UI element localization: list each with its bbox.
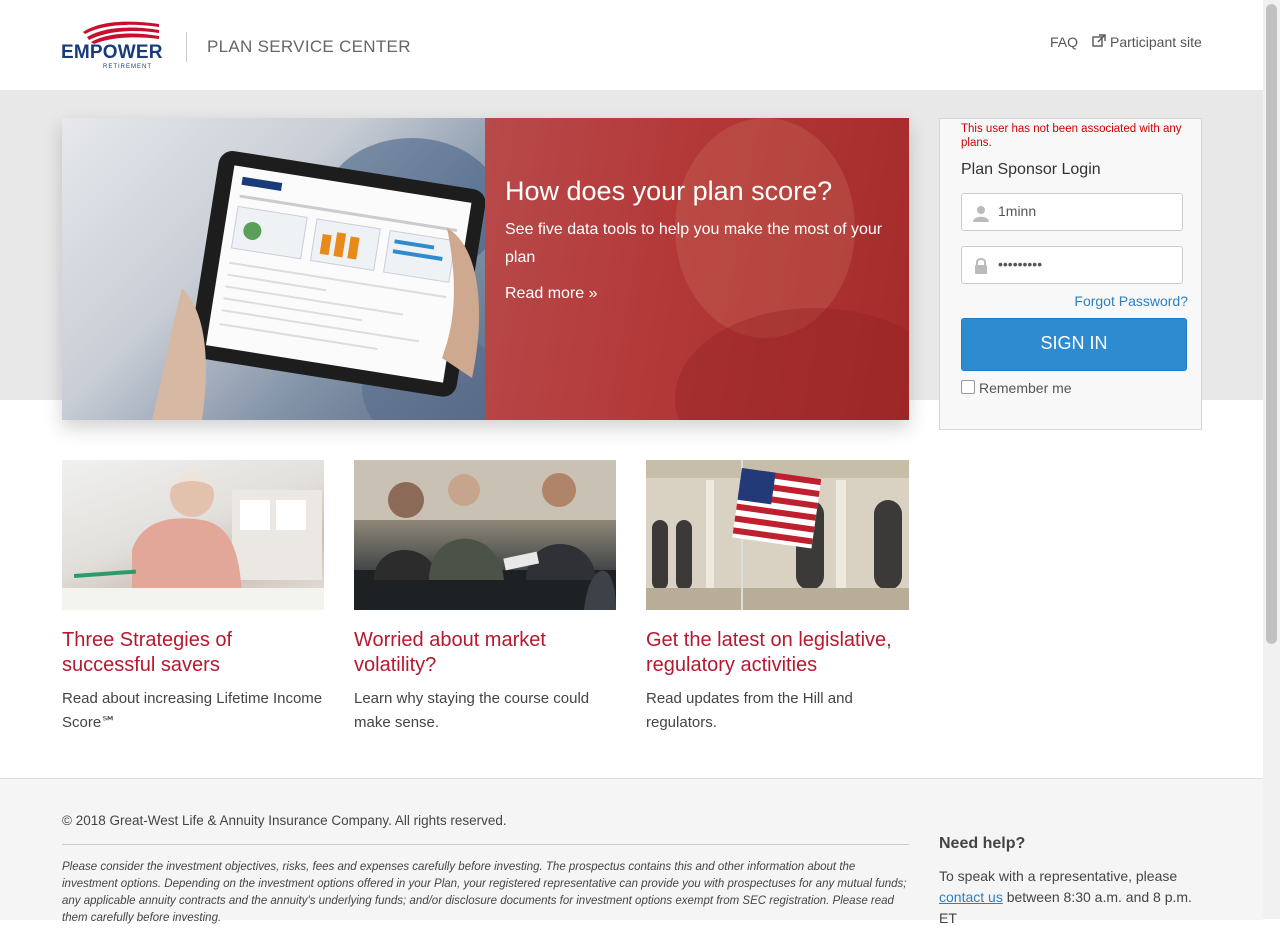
- card-description: Read updates from the Hill and regulator…: [646, 690, 853, 731]
- hero-tablet-image: [62, 118, 485, 420]
- login-error-message: This user has not been associated with a…: [961, 123, 1182, 149]
- sign-in-button[interactable]: SIGN IN: [961, 318, 1187, 371]
- page-scrollbar[interactable]: [1263, 0, 1280, 919]
- remember-me[interactable]: Remember me: [961, 380, 1072, 396]
- participant-site-link[interactable]: Participant site: [1110, 34, 1202, 50]
- flag-swoosh-icon: [83, 21, 159, 44]
- empower-logo[interactable]: EMPOWER RETIREMENT: [61, 18, 165, 74]
- card-description: Read about increasing Lifetime Income Sc…: [62, 690, 323, 731]
- hero-text: See five data tools to help you make the…: [505, 221, 883, 266]
- card-title[interactable]: Three Strategies of successful savers: [62, 628, 324, 678]
- forgot-password-link[interactable]: Forgot Password?: [1074, 293, 1188, 309]
- site-header: EMPOWER RETIREMENT PLAN SERVICE CENTER F…: [0, 0, 1263, 90]
- external-link-icon[interactable]: [1092, 34, 1106, 48]
- logo-subtitle: RETIREMENT: [103, 64, 152, 70]
- copyright-text: © 2018 Great-West Life & Annuity Insuran…: [62, 813, 507, 828]
- header-divider: [186, 32, 187, 62]
- site-title: PLAN SERVICE CENTER: [207, 37, 411, 56]
- card-image-meeting[interactable]: [354, 460, 616, 610]
- contact-us-link[interactable]: contact us: [939, 889, 1003, 905]
- login-panel: This user has not been associated with a…: [939, 118, 1202, 430]
- username-field[interactable]: [961, 193, 1183, 231]
- card-title[interactable]: Get the latest on legislative, regulator…: [646, 628, 909, 678]
- footer-divider: [62, 844, 909, 845]
- hero-banner[interactable]: How does your plan score? See five data …: [62, 118, 909, 420]
- hero-read-more-link[interactable]: Read more »: [505, 285, 598, 303]
- logo-wordmark: EMPOWER: [61, 42, 163, 63]
- username-input[interactable]: [998, 194, 1176, 228]
- faq-link[interactable]: FAQ: [1050, 34, 1078, 50]
- site-footer: © 2018 Great-West Life & Annuity Insuran…: [0, 778, 1263, 926]
- password-input[interactable]: [998, 247, 1176, 281]
- card-description: Learn why staying the course could make …: [354, 690, 590, 731]
- card-image-capitol-flag[interactable]: [646, 460, 909, 610]
- scrollbar-thumb[interactable]: [1266, 4, 1277, 644]
- remember-me-label: Remember me: [979, 380, 1072, 396]
- need-help-text: To speak with a representative, please c…: [939, 866, 1209, 929]
- help-text-before: To speak with a representative, please: [939, 868, 1178, 884]
- remember-me-checkbox[interactable]: [961, 380, 975, 394]
- card-title[interactable]: Worried about market volatility?: [354, 628, 616, 678]
- need-help-heading: Need help?: [939, 835, 1026, 852]
- login-title: Plan Sponsor Login: [961, 161, 1101, 178]
- hero-title: How does your plan score?: [505, 176, 833, 206]
- card-image-woman-writing[interactable]: [62, 460, 324, 610]
- lock-icon: [975, 258, 987, 274]
- investment-disclaimer: Please consider the investment objective…: [62, 861, 907, 924]
- password-field[interactable]: [961, 246, 1183, 284]
- user-icon: [973, 206, 989, 222]
